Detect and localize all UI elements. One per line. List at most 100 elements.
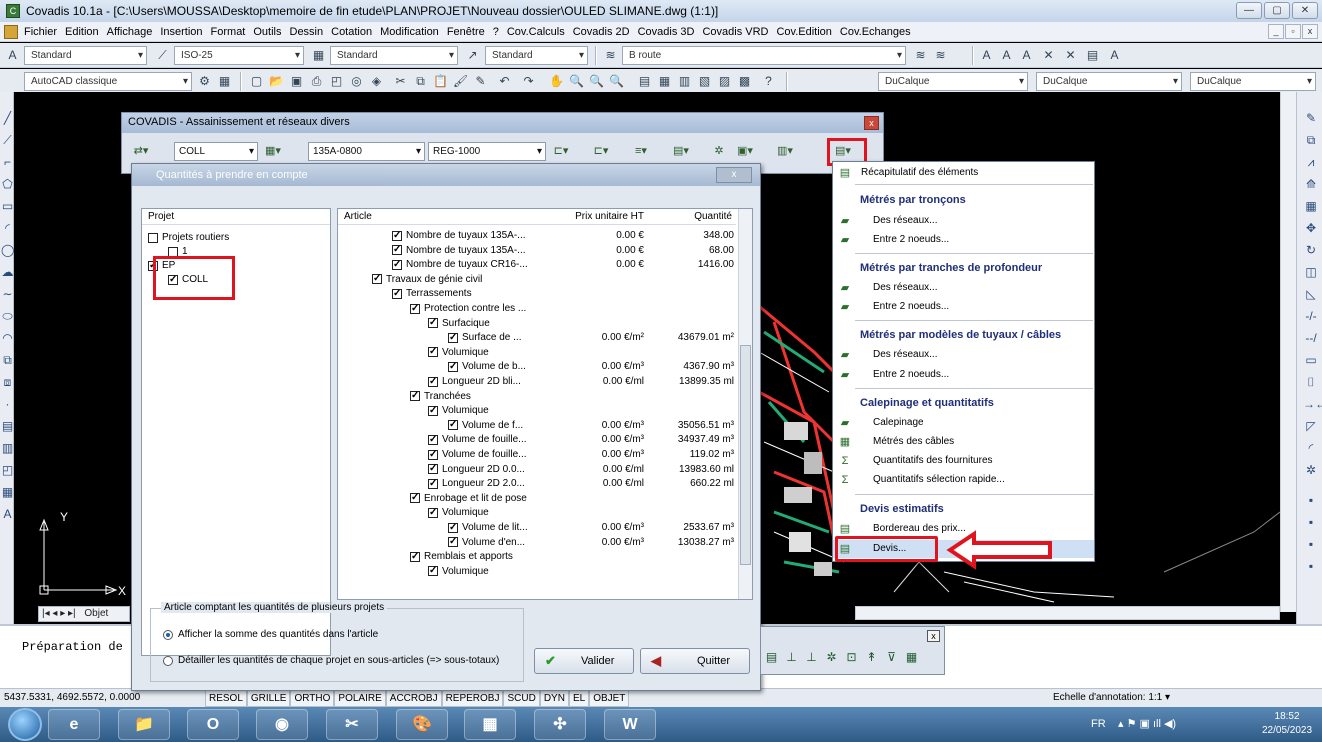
zoom-window-icon[interactable]: 🔍 (588, 73, 605, 90)
document-icon[interactable] (4, 24, 18, 39)
word-taskbar-icon[interactable]: W (604, 709, 656, 740)
radio-detail[interactable] (163, 655, 173, 666)
workspace-select[interactable]: AutoCAD classique (24, 72, 192, 91)
zoom-realtime-icon[interactable]: 🔍 (568, 73, 585, 90)
project-checkbox[interactable] (168, 246, 178, 257)
table-style-icon[interactable]: ▦ (310, 47, 327, 64)
spline-icon[interactable]: ∼ (1, 286, 14, 302)
option-sum[interactable]: Afficher la somme des quantités dans l'a… (163, 629, 378, 640)
media-taskbar-icon[interactable]: O (187, 709, 239, 740)
horizontal-scrollbar[interactable] (855, 606, 1280, 620)
menu-item[interactable]: ▦ Métrés des câbles (833, 433, 1094, 451)
tool-icon[interactable]: ⊡ (843, 649, 860, 666)
article-row[interactable]: Surfacique (428, 316, 490, 330)
lineweight-select[interactable]: DuCalque (1190, 72, 1316, 91)
menu-item[interactable]: Σ Quantitatifs des fournitures (833, 452, 1094, 470)
article-row[interactable]: Remblais et apports (410, 550, 513, 563)
article-checkbox[interactable] (392, 258, 402, 271)
toggle-grille[interactable]: GRILLE (246, 690, 291, 707)
validate-button[interactable]: ✔ Valider (534, 648, 634, 674)
tab-objet[interactable]: Objet (84, 608, 108, 619)
text-justify-icon[interactable]: A (1018, 47, 1035, 64)
markup-icon[interactable]: ▨ (716, 73, 733, 90)
zoom-previous-icon[interactable]: 🔍 (608, 73, 625, 90)
menu-cov-calculs[interactable]: Cov.Calculs (503, 26, 569, 38)
paint-taskbar-icon[interactable]: 🎨 (396, 709, 448, 740)
article-row[interactable]: Longueur 2D bli... (428, 375, 521, 388)
article-checkbox[interactable] (448, 535, 458, 548)
rotate-icon[interactable]: ↻ (1303, 242, 1319, 258)
article-checkbox[interactable] (428, 506, 438, 519)
trim-icon[interactable]: -/- (1303, 308, 1319, 324)
quit-button[interactable]: ◀ Quitter (640, 648, 750, 674)
help-icon[interactable]: ? (760, 73, 777, 90)
toggle-polaire[interactable]: POLAIRE (334, 690, 386, 707)
break-icon[interactable]: ⌷ (1303, 374, 1319, 390)
tray-icons[interactable]: ▴ ⚑ ▣ ıll ◀) (1118, 707, 1176, 742)
article-row[interactable]: Travaux de génie civil (372, 272, 482, 286)
article-checkbox[interactable] (428, 448, 438, 461)
annotation-scale[interactable]: Echelle d'annotation: 1:1 ▾ (1053, 689, 1170, 707)
article-row[interactable]: Enrobage et lit de pose (410, 491, 527, 505)
text-scale-icon[interactable]: A (998, 47, 1015, 64)
article-checkbox[interactable] (428, 477, 438, 490)
arc-icon[interactable]: ◜ (1, 220, 14, 236)
report-icon[interactable]: ▥▾ (774, 143, 796, 160)
toggle-ortho[interactable]: ORTHO (290, 690, 335, 707)
layout-nav-arrows[interactable]: |◂ ◂ ▸ ▸| (42, 608, 76, 619)
pipe-model-select[interactable]: 135A-0800 (308, 142, 425, 161)
start-button[interactable] (8, 708, 42, 741)
article-row[interactable]: Tranchées (410, 389, 471, 403)
radio-sum[interactable] (163, 629, 173, 640)
ie-taskbar-icon[interactable]: e (48, 709, 100, 740)
profile-edit-icon[interactable]: ⊏▾ (590, 143, 612, 160)
array-icon[interactable]: ▦ (1303, 198, 1319, 214)
calculator-icon[interactable]: ▩ (736, 73, 753, 90)
pan-icon[interactable]: ✋ (548, 73, 565, 90)
menu-dessin[interactable]: Dessin (286, 26, 328, 38)
dialog-close-button[interactable]: x (716, 167, 752, 183)
floating-toolbar-close[interactable]: x (927, 630, 940, 642)
text-find-icon[interactable]: A (1106, 47, 1123, 64)
article-checkbox[interactable] (410, 491, 420, 504)
menu-item[interactable]: ▰ Entre 2 noeuds... (833, 298, 1094, 316)
print-icon[interactable]: ⎙ (308, 73, 325, 90)
article-checkbox[interactable] (428, 375, 438, 388)
menu-fichier[interactable]: Fichier (20, 26, 61, 38)
menu-item[interactable]: ▰ Calepinage (833, 414, 1094, 432)
menu-fenetre[interactable]: Fenêtre (443, 26, 489, 38)
menu-item[interactable]: ▰ Entre 2 noeuds... (833, 366, 1094, 384)
article-checkbox[interactable] (448, 331, 458, 344)
toggle-accrobj[interactable]: ACCROBJ (385, 690, 442, 707)
article-row[interactable]: Terrassements (392, 287, 472, 300)
article-row[interactable]: Volume de fouille... (428, 448, 527, 461)
label-icon[interactable]: ≡▾ (630, 143, 652, 160)
properties-icon[interactable]: ▤ (636, 73, 653, 90)
toggle-resol[interactable]: RESOL (205, 690, 247, 707)
toggle-objet[interactable]: OBJET (589, 690, 630, 707)
doc-minimize-button[interactable]: _ (1268, 24, 1284, 39)
3d-dwf-icon[interactable]: ◈ (368, 73, 385, 90)
tool-icon[interactable]: ⊥ (803, 649, 820, 666)
export-icon[interactable]: ▣▾ (734, 143, 756, 160)
extend-icon[interactable]: --/ (1303, 330, 1319, 346)
covadis-taskbar-icon[interactable]: ✣ (534, 709, 586, 740)
sheet-set-icon[interactable]: ▧ (696, 73, 713, 90)
construction-line-icon[interactable]: ⟋ (1, 132, 14, 148)
table-style-select[interactable]: Standard (330, 46, 458, 65)
hatch-icon[interactable]: ▤ (1, 418, 14, 434)
cut-icon[interactable]: ✂ (392, 73, 409, 90)
dim-style-icon[interactable]: ⟋ (154, 47, 171, 64)
save-icon[interactable]: ▣ (288, 73, 305, 90)
chrome-taskbar-icon[interactable]: ◉ (256, 709, 308, 740)
break-at-point-icon[interactable]: ▭ (1303, 352, 1319, 368)
article-row[interactable]: Volume d'en... (448, 535, 525, 549)
menu-item[interactable]: ▰ Des réseaux... (833, 212, 1094, 230)
workspace-save-icon[interactable]: ▦ (216, 73, 233, 90)
polygon-icon[interactable]: ⬠ (1, 176, 14, 192)
menu-insertion[interactable]: Insertion (156, 26, 206, 38)
covadis-tool-2-icon[interactable]: ▪ (1303, 514, 1319, 530)
tool-icon[interactable]: ⊽ (883, 649, 900, 666)
article-checkbox[interactable] (428, 345, 438, 358)
tool-icon[interactable]: ▤ (763, 649, 780, 666)
